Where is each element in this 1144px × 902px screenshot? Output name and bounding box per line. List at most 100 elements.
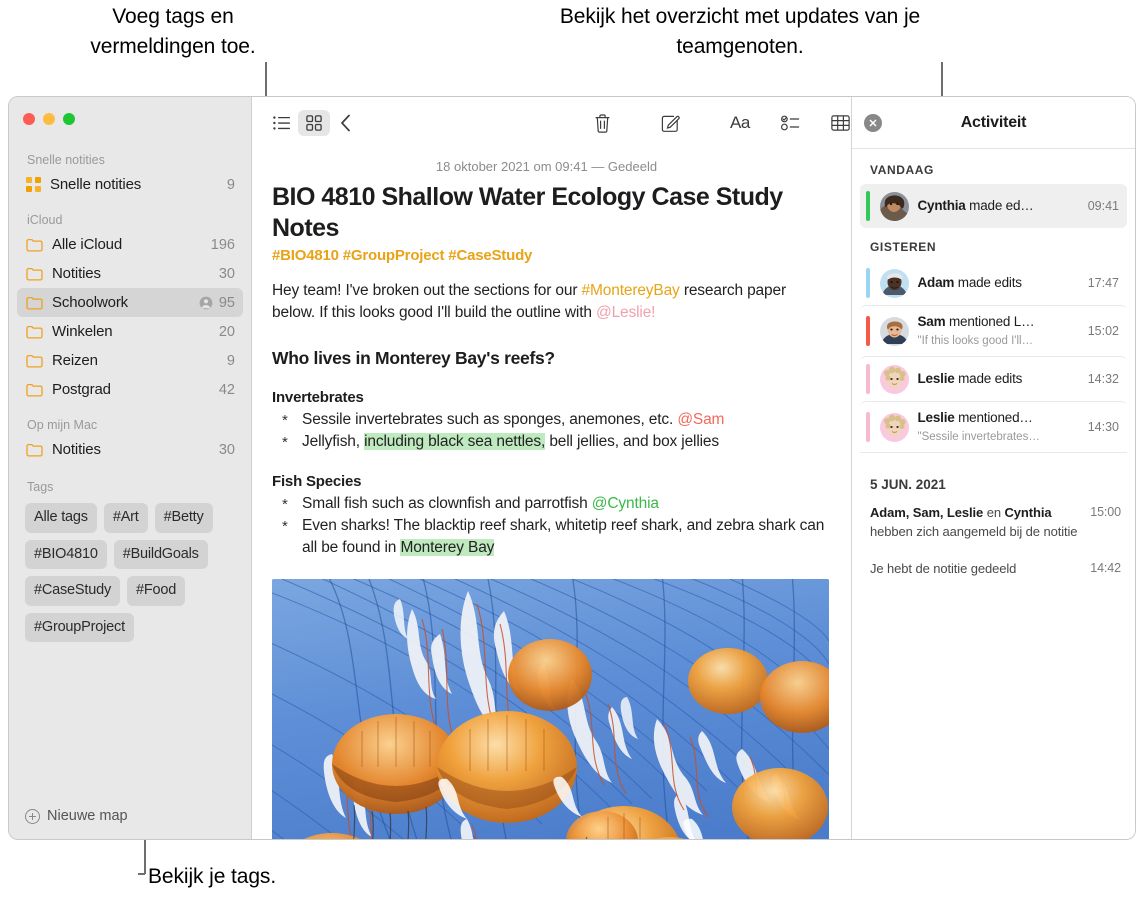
checklist-icon[interactable] [775,110,807,136]
hashtag-montereybay[interactable]: #MontereyBay [582,282,680,299]
activity-item-leslie-edits[interactable]: Leslie made edits 14:32 [860,356,1127,401]
note-intro-paragraph: Hey team! I've broken out the sections f… [266,280,827,324]
activity-item-cynthia[interactable]: Cynthia made ed… 09:41 [860,184,1127,228]
list-item: Small fish such as clownfish and parrotf… [280,493,827,516]
gallery-view-icon[interactable] [298,110,330,136]
note-date: 18 oktober 2021 om 09:41 — Gedeeld [435,159,658,174]
activity-title: Activiteit [960,113,1027,131]
folder-icon [26,296,43,310]
list-item: Even sharks! The blacktip reef shark, wh… [280,515,827,559]
tag-chip[interactable]: #CaseStudy [25,576,120,606]
activity-people: Adam, Sam, Leslie [870,505,984,520]
note-section-heading: Who lives in Monterey Bay's reefs? [272,348,555,368]
mention-leslie[interactable]: @Leslie! [596,304,655,321]
note-editor[interactable]: 18 oktober 2021 om 09:41 — Gedeeld BIO 4… [252,149,851,839]
mention-sam[interactable]: @Sam [677,411,724,428]
sidebar-item-reizen[interactable]: Reizen 9 [17,346,243,375]
format-aa-icon[interactable]: Aa [723,110,757,136]
sidebar-item-alle-icloud[interactable]: Alle iCloud 196 [17,230,243,259]
activity-person: Cynthia [917,198,966,213]
note-tags-line: #BIO4810 #GroupProject #CaseStudy [272,247,533,264]
activity-action: made edits [954,371,1023,386]
main-area: Aa ▾ ▾ [252,97,1135,839]
activity-list-end-divider [860,452,1127,453]
tag-chip[interactable]: #BuildGoals [113,539,208,569]
activity-action: mentioned L… [945,314,1035,329]
sidebar-item-label: Snelle notities [50,176,142,193]
avatar [879,191,909,221]
activity-quote: "If this looks good I'll… [917,335,1034,347]
tag-chip[interactable]: Alle tags [25,503,97,533]
screenshot-root: Voeg tags en vermeldingen toe. Bekijk he… [0,0,1144,902]
list-item: Jellyfish, including black sea nettles, … [280,431,827,454]
grid-icon [26,177,41,192]
new-folder-label: Nieuwe map [47,808,128,824]
sidebar-item-schoolwork[interactable]: Schoolwork 95 [17,288,243,317]
sidebar-group-title: Op mijn Mac [27,418,98,432]
sidebar-group-title: Snelle notities [27,153,105,167]
callout-add-tags: Voeg tags en vermeldingen toe. [90,5,256,58]
tag-chip[interactable]: #GroupProject [25,612,134,642]
compose-icon[interactable] [655,110,687,136]
sidebar-item-count: 95 [218,294,235,311]
tag-chip[interactable]: #Betty [154,503,213,533]
sidebar-item-label: Alle iCloud [52,236,123,253]
activity-entry-signin: Adam, Sam, Leslie en Cynthia hebben zich… [852,499,1135,545]
activity-list: VANDAAG Cynthia made ed… 09:41 GISTEREN … [852,149,1135,839]
activity-time: 14:30 [1087,420,1119,434]
sidebar-item-label: Notities [52,265,101,282]
activity-line: Adam made edits [918,275,1023,290]
back-chevron-icon[interactable] [330,110,362,136]
activity-text: Adam made edits [918,274,1082,292]
activity-panel: Activiteit VANDAAG Cynthia made ed… 09:4… [851,97,1135,839]
activity-time: 14:42 [1090,561,1121,575]
activity-action: made ed… [965,198,1034,213]
jellyfish-photo[interactable] [272,579,829,839]
note-list-invertebrates: Sessile invertebrates such as sponges, a… [266,409,827,454]
tag-chip[interactable]: #BIO4810 [25,539,107,569]
minimize-window-button[interactable] [43,113,55,125]
activity-line: Leslie made edits [918,371,1023,386]
activity-person: Leslie [917,410,955,425]
sidebar-item-count: 30 [218,441,235,458]
tag-chip[interactable]: #Food [127,576,186,606]
plus-circle-icon [25,808,40,824]
activity-item-adam[interactable]: Adam made edits 17:47 [860,261,1127,305]
trash-icon[interactable] [587,110,619,136]
zoom-window-button[interactable] [63,113,75,125]
sidebar-item-postgrad[interactable]: Postgrad 42 [17,375,243,404]
sidebar-item-label: Postgrad [52,381,111,398]
activity-conj: en [983,505,1005,520]
sidebar-item-notities-icloud[interactable]: Notities 30 [17,259,243,288]
activity-time: 17:47 [1087,276,1119,290]
sidebar-item-notities-mac[interactable]: Notities 30 [17,435,243,464]
activity-entry-text: Je hebt de notitie gedeeld [870,561,1017,576]
activity-person: Leslie [917,371,955,386]
activity-item-sam[interactable]: Sam mentioned L… "If this looks good I'l… [860,305,1127,356]
new-folder-button[interactable]: Nieuwe map [9,793,251,839]
notes-window: Snelle notities Snelle notities 9 iCloud… [8,96,1136,840]
activity-color-bar [866,364,870,394]
activity-rest: hebben zich aangemeld bij de notitie [870,524,1078,539]
activity-group-label: VANDAAG [870,163,934,177]
item-text: Jellyfish, [302,433,365,450]
activity-header: Activiteit [852,97,1135,149]
close-icon[interactable] [864,114,882,132]
list-view-icon[interactable] [266,110,298,136]
activity-line: Sam mentioned L… [918,314,1035,329]
mention-cynthia[interactable]: @Cynthia [592,495,659,512]
sidebar-item-winkelen[interactable]: Winkelen 20 [17,317,243,346]
sidebar-item-count: 42 [218,381,235,398]
folder-icon [26,383,43,397]
activity-item-leslie-mentioned[interactable]: Leslie mentioned… "Sessile invertebrates… [860,401,1127,452]
avatar [879,412,909,442]
sidebar-item-label: Schoolwork [52,294,129,311]
item-text: Sessile invertebrates such as sponges, a… [302,411,678,428]
activity-time: 14:32 [1087,372,1119,386]
sidebar-item-snelle-notities[interactable]: Snelle notities 9 [17,170,243,199]
sidebar-item-count: 9 [226,352,235,369]
callout-activity-overview: Bekijk het overzicht met updates van je … [559,5,921,58]
tag-chip[interactable]: #Art [103,503,148,533]
activity-action: made edits [954,275,1022,290]
close-window-button[interactable] [23,113,35,125]
